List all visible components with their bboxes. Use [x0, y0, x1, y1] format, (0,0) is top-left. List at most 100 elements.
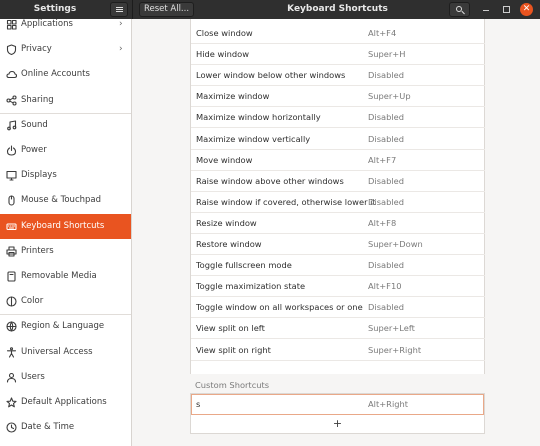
removable-media-icon [6, 271, 17, 282]
sidebar-item-label: Applications [21, 19, 73, 29]
shortcut-row[interactable]: Close window Alt+F4 [191, 23, 485, 44]
sidebar-item-power[interactable]: Power [0, 138, 131, 163]
sidebar-item-label: Online Accounts [21, 69, 90, 79]
sidebar-item-label: Printers [21, 246, 54, 256]
menu-button[interactable] [110, 2, 128, 17]
region-icon [6, 321, 17, 332]
sidebar-item-removable-media[interactable]: Removable Media [0, 264, 131, 289]
shortcut-accelerator: Disabled [368, 302, 405, 312]
sidebar-item-color[interactable]: Color [0, 289, 131, 314]
shortcut-accelerator: Alt+Right [368, 399, 409, 409]
shortcut-accelerator: Super+Up [368, 91, 411, 101]
shortcut-accelerator: Alt+F7 [368, 155, 397, 165]
shortcut-list: Activate the window menuAlt+SpaceClose w… [190, 19, 485, 374]
shortcut-row[interactable]: Move window Alt+F7 [191, 150, 485, 171]
shortcut-accelerator: Super+Down [368, 239, 423, 249]
shortcut-name: Lower window below other windows [196, 70, 346, 80]
shortcut-row[interactable]: Lower window below other windows Disabled [191, 65, 485, 86]
custom-shortcut-row[interactable]: s Alt+Right [191, 394, 484, 415]
sidebar-item-region-language[interactable]: Region & Language [0, 314, 131, 339]
close-button[interactable]: ✕ [520, 3, 533, 16]
clock-icon [6, 422, 17, 433]
shortcut-name: View split on right [196, 345, 271, 355]
sidebar-item-label: Power [21, 145, 47, 155]
shortcut-row[interactable]: Hide window Super+H [191, 44, 485, 65]
shortcut-row[interactable]: Raise window above other windows Disabled [191, 171, 485, 192]
shortcut-row[interactable]: Maximize window Super+Up [191, 86, 485, 107]
sidebar-item-label: Sharing [21, 95, 54, 105]
shortcut-accelerator: Disabled [368, 112, 405, 122]
sidebar-item-universal-access[interactable]: Universal Access [0, 340, 131, 365]
reset-all-button[interactable]: Reset All... [139, 2, 194, 17]
sidebar-item-sound[interactable]: Sound [0, 113, 131, 138]
sidebar-item-privacy[interactable]: Privacy › [0, 37, 131, 62]
shortcut-row[interactable]: View split on left Super+Left [191, 318, 485, 339]
shortcut-name: Toggle fullscreen mode [196, 260, 292, 270]
app-title: Settings [33, 4, 77, 14]
sidebar-item-label: Color [21, 296, 44, 306]
custom-shortcuts-heading: Custom Shortcuts [195, 380, 270, 390]
sidebar-item-label: Sound [21, 120, 48, 130]
applications-icon [6, 19, 17, 30]
sidebar-item-label: Removable Media [21, 271, 97, 281]
users-icon [6, 372, 17, 383]
hamburger-icon [116, 7, 123, 12]
online-accounts-icon [6, 69, 17, 80]
sidebar-item-label: Default Applications [21, 397, 107, 407]
header-separator [132, 0, 133, 19]
shortcut-row[interactable]: Resize window Alt+F8 [191, 213, 485, 234]
sidebar-item-default-applications[interactable]: Default Applications [0, 390, 131, 415]
sound-icon [6, 120, 17, 131]
shortcut-accelerator: Disabled [368, 70, 405, 80]
chevron-right-icon: › [119, 44, 123, 54]
mouse-icon [6, 195, 17, 206]
shortcut-name: Toggle window on all workspaces or one [196, 302, 363, 312]
sidebar-item-label: Date & Time [21, 422, 75, 432]
shortcut-name: Hide window [196, 49, 250, 59]
sidebar-item-label: Keyboard Shortcuts [21, 221, 105, 231]
shortcut-name: Maximize window horizontally [196, 112, 321, 122]
add-shortcut-button[interactable]: + [191, 415, 484, 433]
color-icon [6, 296, 17, 307]
shortcut-row[interactable]: Toggle maximization state Alt+F10 [191, 276, 485, 297]
sidebar-item-online-accounts[interactable]: Online Accounts [0, 62, 131, 87]
sharing-icon [6, 95, 17, 106]
page-title: Keyboard Shortcuts [287, 4, 388, 14]
privacy-icon [6, 44, 17, 55]
shortcut-accelerator: Super+Left [368, 323, 415, 333]
sidebar-item-sharing[interactable]: Sharing [0, 88, 131, 113]
header-bar: Settings Reset All... Keyboard Shortcuts… [0, 0, 540, 19]
keyboard-icon [6, 221, 17, 232]
sidebar-item-date-time[interactable]: Date & Time [0, 415, 131, 440]
shortcut-row[interactable]: Raise window if covered, otherwise lower… [191, 192, 485, 213]
shortcut-name: Toggle maximization state [196, 281, 306, 291]
search-button[interactable] [449, 2, 470, 17]
sidebar-item-printers[interactable]: Printers [0, 239, 131, 264]
shortcut-accelerator: Super+H [368, 49, 406, 59]
sidebar-item-mouse-touchpad[interactable]: Mouse & Touchpad [0, 188, 131, 213]
shortcut-row[interactable]: Restore window Super+Down [191, 234, 485, 255]
sidebar-item-users[interactable]: Users [0, 365, 131, 390]
shortcut-name: Resize window [196, 218, 257, 228]
default-applications-icon [6, 397, 17, 408]
minimize-button[interactable] [483, 10, 489, 11]
power-icon [6, 145, 17, 156]
shortcut-row[interactable]: Toggle fullscreen mode Disabled [191, 255, 485, 276]
shortcut-name: Close window [196, 28, 253, 38]
shortcut-name: Move window [196, 155, 253, 165]
shortcut-name: Maximize window [196, 91, 270, 101]
shortcut-row[interactable]: View split on right Super+Right [191, 340, 485, 361]
sidebar-item-displays[interactable]: Displays [0, 163, 131, 188]
shortcut-row[interactable]: Toggle window on all workspaces or one Di… [191, 297, 485, 318]
shortcut-accelerator: Alt+F8 [368, 218, 397, 228]
maximize-button[interactable] [503, 6, 510, 13]
sidebar-item-applications[interactable]: Applications › [0, 19, 131, 37]
shortcut-row[interactable]: Maximize window horizontally Disabled [191, 107, 485, 128]
sidebar-header: Settings [0, 0, 132, 19]
sidebar-item-label: Universal Access [21, 347, 93, 357]
shortcut-accelerator: Alt+F10 [368, 281, 402, 291]
shortcut-row[interactable]: Maximize window vertically Disabled [191, 129, 485, 150]
sidebar-item-keyboard-shortcuts[interactable]: Keyboard Shortcuts [0, 214, 131, 239]
universal-access-icon [6, 347, 17, 358]
shortcut-name: Raise window if covered, otherwise lower… [196, 197, 376, 207]
